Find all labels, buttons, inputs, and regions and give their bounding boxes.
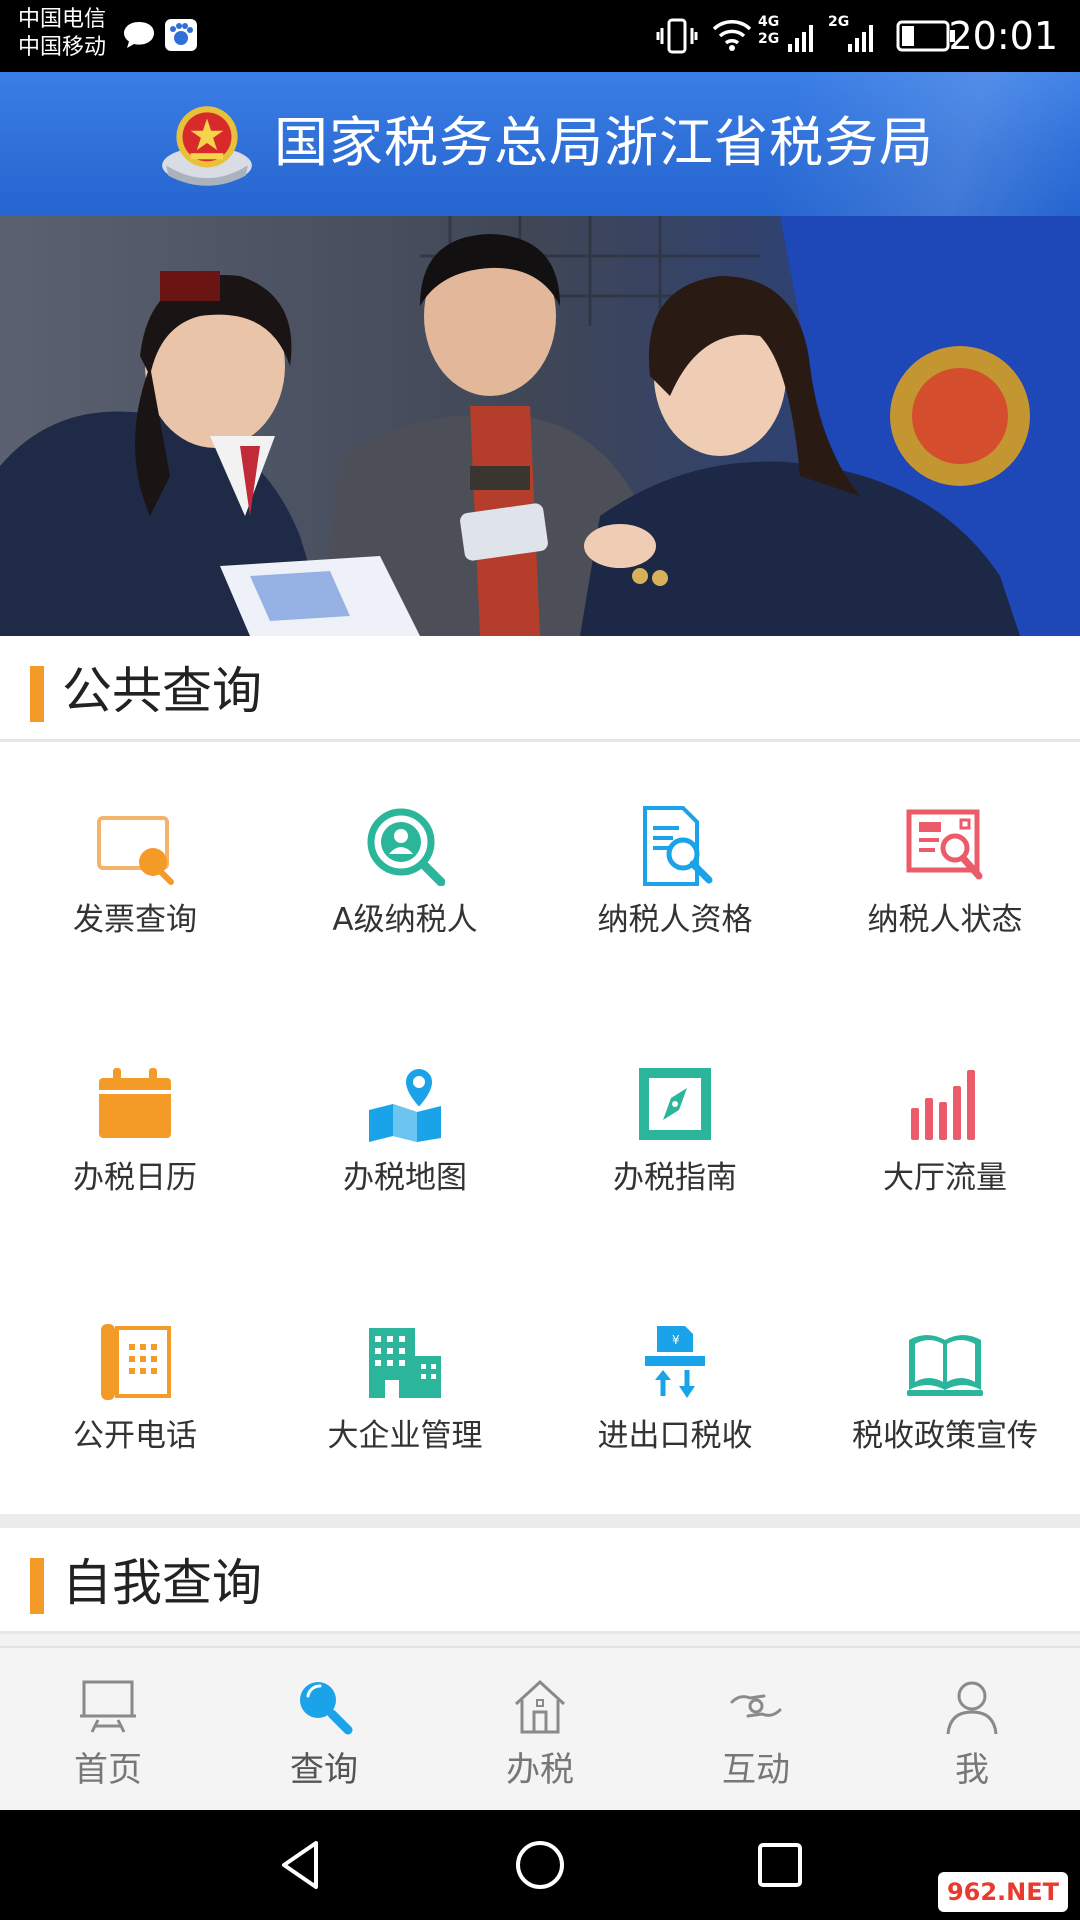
- map-pin-icon: [369, 1066, 441, 1142]
- grid-item-label: 纳税人状态: [867, 902, 1023, 938]
- signal-strength-icon-2: [848, 25, 873, 52]
- grid-item-label: 发票查询: [73, 902, 197, 938]
- clock: 20:01: [948, 14, 1058, 58]
- grid-item-label: 办税日历: [73, 1160, 197, 1196]
- house-icon: [514, 1679, 566, 1734]
- grid-item-enterprise-management[interactable]: 大企业管理: [270, 1258, 540, 1516]
- back-icon[interactable]: [270, 1835, 330, 1895]
- person-icon: [946, 1681, 998, 1735]
- tab-label: 互动: [722, 1750, 790, 1790]
- grid-item-tax-calendar[interactable]: 办税日历: [0, 1000, 270, 1258]
- section-divider: [0, 1514, 1080, 1528]
- network-type-label: 4G 2G: [758, 14, 780, 47]
- signal-strength-icon: [788, 25, 813, 52]
- vibrate-icon: [656, 18, 698, 54]
- grid-item-taxpayer-qualification[interactable]: 纳税人资格: [540, 742, 810, 1000]
- section-title: 公共查询: [62, 662, 262, 720]
- grid-item-import-export-tax[interactable]: ¥ 进出口税收: [540, 1258, 810, 1516]
- grid-item-label: 纳税人资格: [597, 902, 753, 938]
- self-query-section-header: 自我查询: [0, 1528, 1080, 1634]
- network-type-label-2: 2G: [828, 14, 850, 30]
- open-book-icon: [907, 1335, 983, 1396]
- system-navigation-bar: 962.NET: [0, 1810, 1080, 1920]
- public-query-grid: 发票查询 A级纳税人 纳税人资格 纳税人状态 办税日历 办税地图 办税指南 大厅…: [0, 742, 1080, 1514]
- app-header: 国家税务总局浙江省税务局: [0, 72, 1080, 216]
- compass-icon: [639, 1068, 711, 1140]
- section-title: 自我查询: [62, 1554, 262, 1612]
- tab-label: 办税: [506, 1750, 574, 1790]
- calendar-icon: [99, 1068, 171, 1138]
- svg-text:¥: ¥: [672, 1333, 680, 1347]
- bar-chart-icon: [911, 1070, 975, 1140]
- invoice-search-icon: [97, 816, 174, 885]
- watermark-logo: 962.NET: [938, 1872, 1068, 1912]
- grid-item-taxpayer-status[interactable]: 纳税人状态: [810, 742, 1080, 1000]
- grid-item-public-phone[interactable]: 公开电话: [0, 1258, 270, 1516]
- wifi-icon: [712, 20, 752, 51]
- header-title: 国家税务总局浙江省税务局: [274, 111, 934, 174]
- app-screen: 中国电信 中国移动 4G 2G 2G 20:01 国家税务总局浙江省税务局 公共…: [0, 0, 1080, 1920]
- grid-item-label: 进出口税收: [597, 1418, 753, 1454]
- grid-item-invoice-query[interactable]: 发票查询: [0, 742, 270, 1000]
- banner-image[interactable]: [0, 216, 1080, 636]
- carrier-1: 中国电信: [18, 7, 107, 32]
- grid-item-label: 办税地图: [343, 1160, 467, 1196]
- grid-item-label: 大厅流量: [883, 1160, 1007, 1196]
- tab-interact[interactable]: 互动: [648, 1648, 864, 1812]
- search-icon: [300, 1682, 353, 1735]
- status-bar: 中国电信 中国移动 4G 2G 2G 20:01: [0, 0, 1080, 72]
- grid-item-label: 办税指南: [613, 1160, 737, 1196]
- public-query-section-header: 公共查询: [0, 636, 1080, 742]
- carrier-labels: 中国电信 中国移动: [18, 6, 106, 62]
- grid-item-label: A级纳税人: [332, 902, 478, 938]
- import-export-icon: ¥: [645, 1326, 705, 1398]
- battery-icon: [896, 20, 955, 52]
- grid-item-label: 大企业管理: [327, 1418, 483, 1454]
- chat-bubble-icon: [124, 22, 154, 48]
- phone-icon: [101, 1324, 171, 1400]
- carrier-2: 中国移动: [18, 35, 107, 60]
- tab-label: 首页: [74, 1750, 142, 1790]
- document-search-icon: [643, 806, 713, 886]
- bottom-tab-bar: 首页 查询 办税 互动 我: [0, 1646, 1080, 1810]
- tab-home[interactable]: 首页: [0, 1648, 216, 1812]
- grid-item-label: 税收政策宣传: [852, 1418, 1038, 1454]
- tab-label: 我: [955, 1750, 989, 1790]
- tab-tax-service[interactable]: 办税: [432, 1648, 648, 1812]
- home-circle-icon[interactable]: [510, 1835, 570, 1895]
- tab-label: 查询: [290, 1750, 358, 1790]
- tax-emblem-logo: [162, 106, 252, 186]
- status-search-icon: [906, 809, 983, 880]
- grid-item-a-level-taxpayer[interactable]: A级纳税人: [270, 742, 540, 1000]
- baidu-app-icon: [165, 19, 197, 51]
- grid-item-tax-guide[interactable]: 办税指南: [540, 1000, 810, 1258]
- tab-query[interactable]: 查询: [216, 1648, 432, 1812]
- interact-icon: [730, 1694, 782, 1718]
- grid-item-hall-traffic[interactable]: 大厅流量: [810, 1000, 1080, 1258]
- grid-item-tax-policy-promotion[interactable]: 税收政策宣传: [810, 1258, 1080, 1516]
- user-search-icon: [367, 808, 445, 886]
- building-icon: [369, 1328, 441, 1398]
- grid-item-tax-map[interactable]: 办税地图: [270, 1000, 540, 1258]
- section-accent-bar: [30, 1558, 44, 1614]
- recent-apps-icon[interactable]: [750, 1835, 810, 1895]
- home-screen-icon: [80, 1680, 136, 1733]
- section-accent-bar: [30, 666, 44, 722]
- banner-photo: [0, 216, 1080, 636]
- grid-item-label: 公开电话: [73, 1418, 197, 1454]
- tab-me[interactable]: 我: [864, 1648, 1080, 1812]
